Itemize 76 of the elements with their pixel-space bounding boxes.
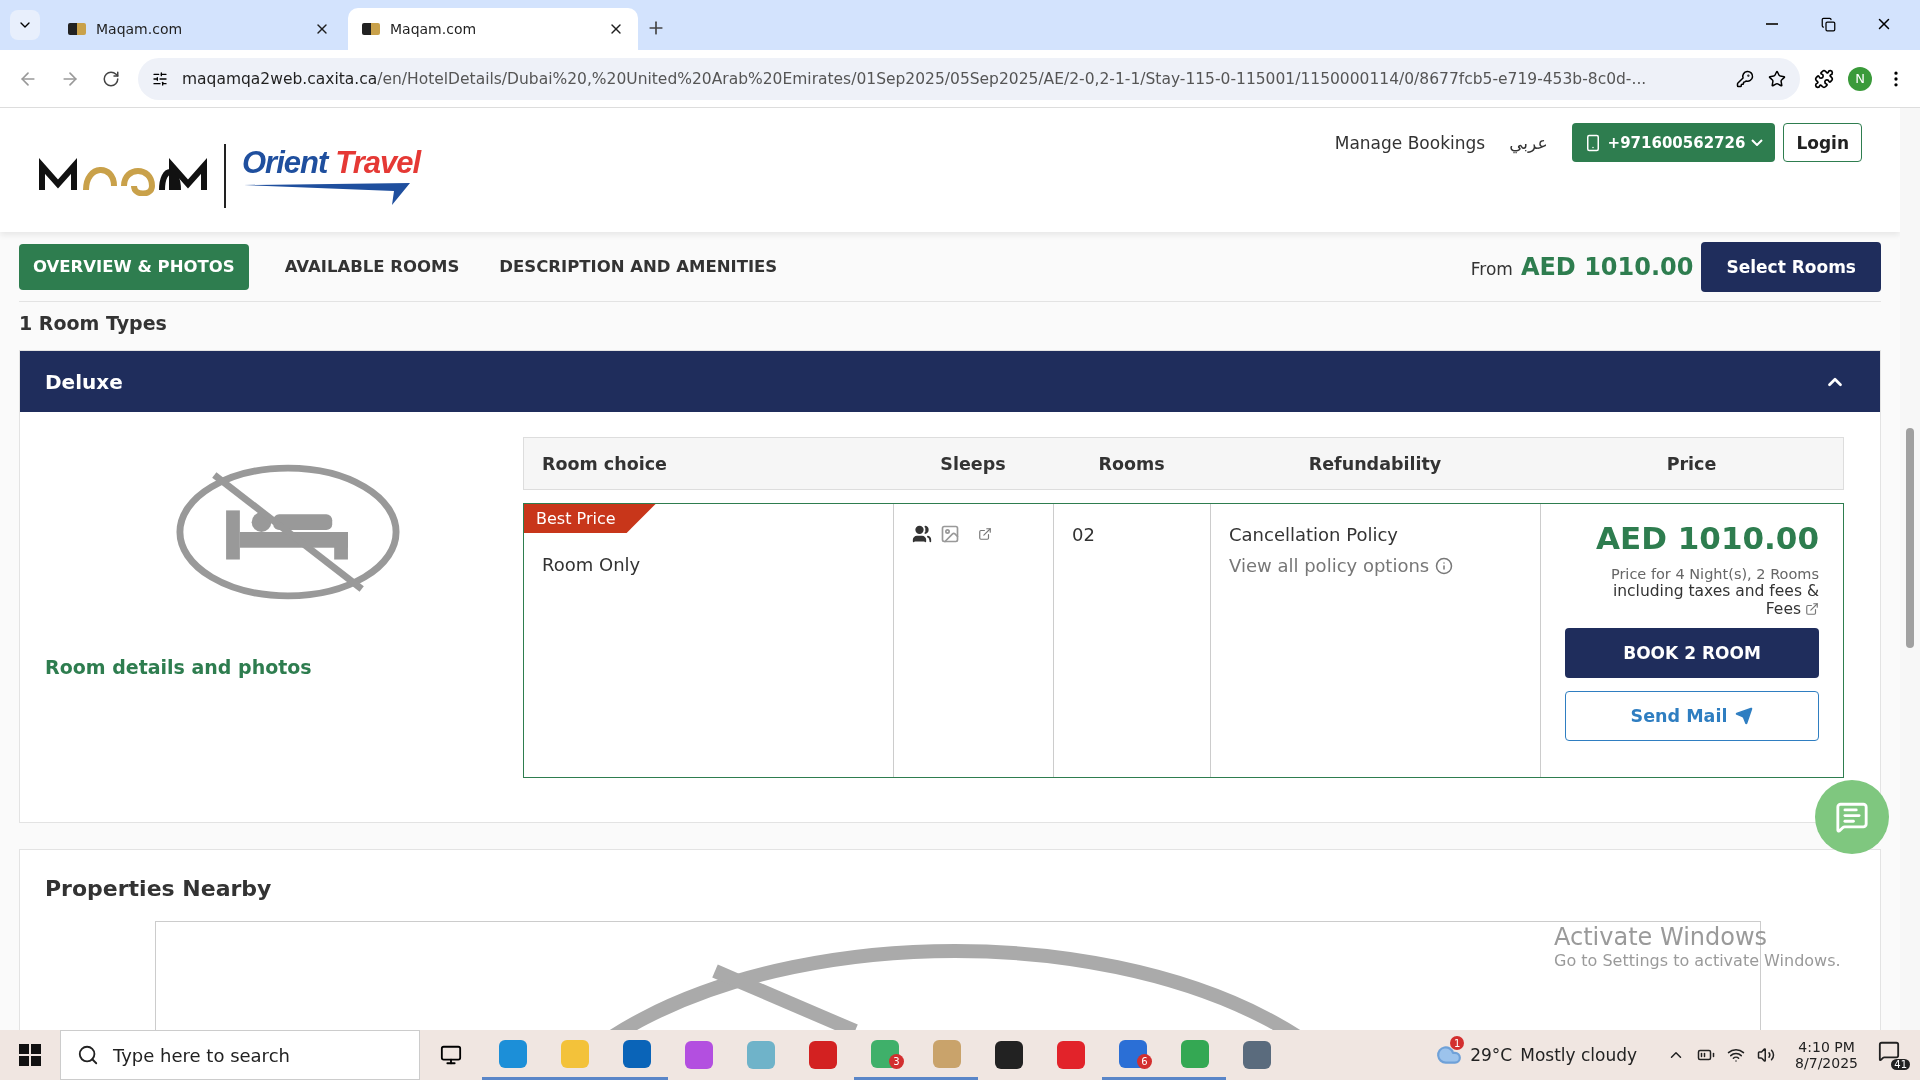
from-label: From (1470, 258, 1513, 279)
room-types-count: 1 Room Types (19, 311, 168, 336)
price-note: Price for 4 Night(s), 2 Rooms (1610, 566, 1819, 582)
column-header: Room choice (541, 453, 668, 474)
notification-icon (1878, 1040, 1900, 1062)
notification-count-badge: 41 (1891, 1059, 1910, 1070)
section-title: Properties Nearby (45, 876, 273, 901)
notification-button[interactable]: 41 (1878, 1040, 1910, 1070)
restore-icon (1820, 16, 1836, 32)
tab-title: Maqam.com (96, 21, 184, 37)
rooms-count: 02 (1072, 524, 1096, 545)
manage-bookings-link[interactable]: Manage Bookings (1334, 132, 1486, 153)
from-price: AED 1010.00 (1520, 252, 1694, 281)
favicon (68, 23, 86, 35)
column-header: Sleeps (939, 453, 1007, 474)
profile-avatar[interactable]: N (1848, 66, 1872, 91)
clock[interactable]: 4:10 PM 8/7/2025 (1795, 1039, 1858, 1071)
send-icon (1735, 707, 1754, 725)
info-icon (1435, 556, 1454, 575)
price-note: including taxes and fees & (1612, 582, 1819, 600)
weather-alert-badge: 1 (1450, 1036, 1465, 1050)
guests-icon (912, 524, 932, 544)
tab-title: Maqam.com (390, 21, 478, 37)
policy-title: Cancellation Policy (1229, 524, 1399, 545)
search-icon (77, 1044, 99, 1066)
taskbar-search-field[interactable]: Type here to search (60, 1030, 420, 1080)
app-badge: 3 (889, 1054, 904, 1069)
send-mail-button[interactable]: Send Mail (1565, 691, 1819, 741)
no-bed-icon (175, 462, 401, 602)
language-link[interactable]: عربي (1509, 132, 1548, 153)
login-button[interactable]: Login (1783, 123, 1862, 162)
wifi-icon[interactable] (1727, 1046, 1746, 1064)
section-tab[interactable]: AVAILABLE ROOMS (270, 243, 474, 290)
price-note: Fees (1765, 600, 1801, 618)
temperature: 29°C (1470, 1045, 1513, 1065)
room-price: AED 1010.00 (1596, 520, 1819, 556)
book-button[interactable]: BOOK 2 ROOM (1565, 628, 1819, 678)
policy-options-link[interactable]: View all policy options (1229, 555, 1522, 576)
external-link-icon[interactable] (1805, 602, 1819, 616)
tab-search-button[interactable] (10, 10, 40, 40)
room-details-link[interactable]: Room details and photos (45, 656, 312, 678)
select-rooms-button[interactable]: Select Rooms (1701, 241, 1881, 292)
favicon (362, 23, 380, 35)
section-tab[interactable]: OVERVIEW & PHOTOS (19, 243, 249, 290)
reload-icon (102, 69, 120, 88)
external-link-icon[interactable] (978, 527, 992, 541)
weather-condition: Mostly cloudy (1520, 1045, 1638, 1065)
windows-icon (19, 1044, 41, 1066)
room-name: Deluxe (45, 369, 123, 394)
browser-tab[interactable]: Maqam.com (348, 8, 638, 50)
chat-icon (1835, 800, 1869, 834)
extensions-icon[interactable] (1814, 68, 1834, 89)
task-view-icon (440, 1044, 462, 1066)
room-header[interactable]: Deluxe (20, 351, 1880, 412)
scrollbar[interactable] (1900, 108, 1920, 1030)
chevron-down-icon (1751, 139, 1764, 146)
phone-button[interactable]: +971600562726 (1571, 123, 1776, 162)
broken-image-icon (940, 524, 960, 544)
volume-icon[interactable] (1757, 1046, 1776, 1064)
app-badge: 6 (1137, 1054, 1152, 1069)
activation-notice-title: Activate Windows (1554, 923, 1769, 951)
browser-tab[interactable]: Maqam.com (54, 8, 344, 50)
taskbar-button[interactable]: 3 (854, 1030, 916, 1080)
activation-notice-text: Go to Settings to activate Windows. (1554, 951, 1841, 970)
key-icon[interactable] (1736, 69, 1754, 88)
column-header: Rooms (1097, 453, 1166, 474)
site-info-icon[interactable] (152, 70, 168, 87)
minimize-icon (1766, 23, 1778, 25)
bookmark-star-icon[interactable] (1768, 69, 1786, 88)
column-header: Refundability (1307, 453, 1443, 474)
best-price-badge: Best Price (524, 504, 656, 533)
section-tab[interactable]: DESCRIPTION AND AMENITIES (485, 243, 792, 290)
brand-logo-text: Orient Travel (242, 145, 421, 181)
room-choice: Room Only (542, 554, 642, 575)
column-header: Price (1665, 453, 1718, 474)
taskbar-button[interactable]: 6 (1102, 1030, 1164, 1080)
